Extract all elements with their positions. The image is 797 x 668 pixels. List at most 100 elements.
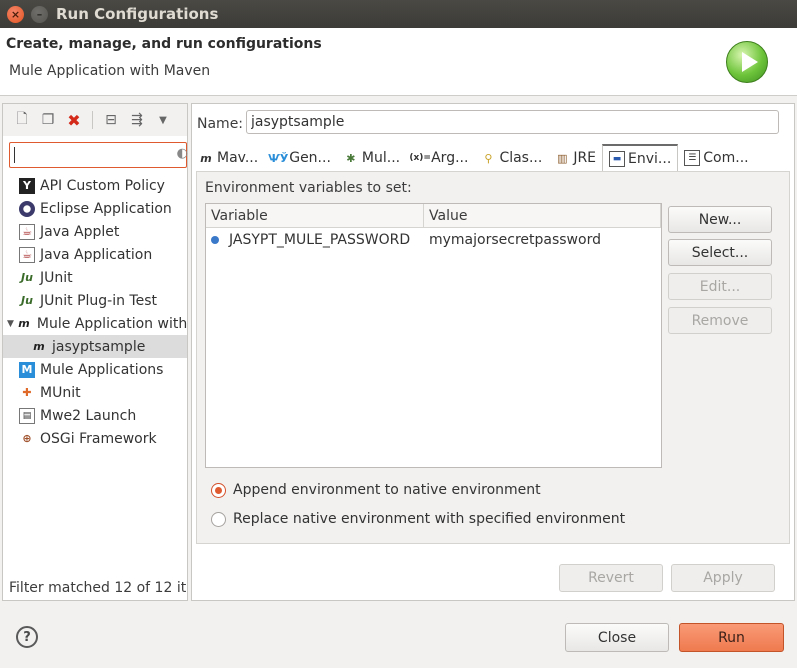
tab-jre[interactable]: ▥ JRE — [548, 144, 602, 172]
tree-item-java-application[interactable]: ☕ Java Application — [3, 243, 187, 266]
window-minimize-button[interactable]: – — [31, 5, 48, 23]
table-header: Variable Value — [206, 204, 661, 228]
junit-icon: Ju — [21, 271, 33, 284]
tree-item-junit-plugin-test[interactable]: Ju JUnit Plug-in Test — [3, 289, 187, 312]
env-variable-name: JASYPT_MULE_PASSWORD — [229, 232, 411, 248]
view-menu-icon[interactable]: ▼ — [152, 109, 174, 131]
append-label: Append environment to native environment — [233, 482, 541, 498]
tree-item-munit[interactable]: ✚ MUnit — [3, 381, 187, 404]
tab-label: JRE — [573, 150, 597, 166]
delete-config-icon[interactable]: ✖ — [63, 109, 85, 131]
tree-item-eclipse-application[interactable]: Eclipse Application — [3, 197, 187, 220]
tree-item-java-applet[interactable]: ☕ Java Applet — [3, 220, 187, 243]
new-config-icon[interactable]: 🗋 — [11, 109, 33, 131]
jre-icon: ▥ — [557, 151, 568, 165]
duplicate-config-icon[interactable]: ❐ — [37, 109, 59, 131]
tab-label: Clas... — [499, 150, 543, 166]
mule-icon: ѰЎ — [268, 151, 289, 165]
close-button[interactable]: Close — [565, 623, 669, 652]
tree-item-label: JUnit — [40, 269, 73, 286]
tab-label: Arg... — [431, 150, 469, 166]
tab-classpath[interactable]: ⚲ Clas... — [474, 144, 548, 172]
maven-icon: m — [200, 151, 212, 165]
tree-item-jasyptsample[interactable]: m jasyptsample — [3, 335, 187, 358]
filter-input[interactable]: ◐ — [9, 142, 188, 168]
tree-item-mwe2-launch[interactable]: ▤ Mwe2 Launch — [3, 404, 187, 427]
append-environment-option[interactable]: Append environment to native environment — [211, 482, 541, 498]
tab-label: Mav... — [217, 150, 259, 166]
tree-item-label: Mule Applications — [40, 361, 164, 378]
tab-label: Com... — [703, 150, 749, 166]
env-value-cell: mymajorsecretpassword — [429, 232, 601, 248]
tab-environment[interactable]: ▬ Envi... — [602, 144, 679, 172]
column-header-variable[interactable]: Variable — [206, 204, 424, 227]
maven-icon: m — [18, 317, 30, 330]
replace-radio[interactable] — [211, 511, 226, 527]
table-row[interactable]: JASYPT_MULE_PASSWORD mymajorsecretpasswo… — [206, 228, 661, 252]
tab-label: Gen... — [289, 150, 331, 166]
gear-icon: ✱ — [346, 151, 356, 165]
text-caret — [14, 147, 15, 163]
toolbar-divider — [92, 111, 93, 129]
expand-arrow-icon[interactable]: ▼ — [7, 319, 14, 329]
append-radio[interactable] — [211, 482, 226, 498]
window-title: Run Configurations — [56, 5, 219, 23]
tree-item-junit[interactable]: Ju JUnit — [3, 266, 187, 289]
arguments-icon: (x)= — [409, 153, 431, 163]
tab-general[interactable]: ѰЎ Gen... — [264, 144, 337, 172]
replace-environment-option[interactable]: Replace native environment with specifie… — [211, 511, 625, 527]
title-bar: × – Run Configurations — [0, 0, 797, 28]
clear-filter-icon[interactable]: ◐ — [177, 146, 188, 161]
config-tabs: m Mav... ѰЎ Gen... ✱ Mul... (x)= Arg... … — [192, 144, 794, 172]
tree-item-mule-application-with-maven[interactable]: ▼ m Mule Application with Maven — [3, 312, 187, 335]
apply-button[interactable]: Apply — [671, 564, 775, 592]
tree-item-label: Java Applet — [40, 223, 120, 240]
tree-item-api-custom-policy[interactable]: Y API Custom Policy — [3, 174, 187, 197]
junit-plugin-icon: Ju — [21, 294, 33, 307]
configuration-editor-panel: Name: m Mav... ѰЎ Gen... ✱ Mul... (x)= A… — [191, 103, 795, 601]
tab-arguments[interactable]: (x)= Arg... — [406, 144, 474, 172]
header-title: Create, manage, and run configurations — [6, 36, 322, 52]
help-icon[interactable]: ? — [16, 626, 38, 648]
env-variables-label: Environment variables to set: — [205, 180, 412, 196]
tab-common[interactable]: ☰ Com... — [678, 144, 754, 172]
tree-item-osgi-framework[interactable]: ⊕ OSGi Framework — [3, 427, 187, 450]
header-subtitle: Mule Application with Maven — [9, 63, 211, 79]
osgi-icon: ⊕ — [22, 432, 32, 445]
tab-label: Mul... — [361, 150, 401, 166]
tree-item-mule-applications[interactable]: M Mule Applications — [3, 358, 187, 381]
configuration-list-panel: 🗋 ❐ ✖ ⊟ ⇶ ▼ ◐ Y API Custom Policy Eclips… — [2, 103, 188, 601]
maven-icon: m — [33, 340, 45, 353]
classpath-icon: ⚲ — [484, 151, 493, 165]
run-button[interactable]: Run — [679, 623, 784, 652]
filter-config-icon[interactable]: ⇶ — [126, 109, 148, 131]
horizontal-scrollbar[interactable] — [3, 563, 187, 575]
column-header-value[interactable]: Value — [424, 204, 661, 227]
name-input[interactable] — [246, 110, 779, 134]
select-button[interactable]: Select... — [668, 239, 772, 266]
tree-item-label: MUnit — [40, 384, 81, 401]
window-close-button[interactable]: × — [7, 5, 24, 23]
common-icon: ☰ — [684, 150, 701, 166]
tab-maven[interactable]: m Mav... — [192, 144, 264, 172]
tab-mule[interactable]: ✱ Mul... — [337, 144, 406, 172]
env-variables-table: Variable Value JASYPT_MULE_PASSWORD myma… — [205, 203, 662, 468]
edit-button[interactable]: Edit... — [668, 273, 772, 300]
filter-status-text: Filter matched 12 of 12 items — [9, 580, 187, 596]
env-variable-cell: JASYPT_MULE_PASSWORD — [206, 228, 424, 252]
environment-tab-body: Environment variables to set: Variable V… — [196, 171, 790, 544]
remove-button[interactable]: Remove — [668, 307, 772, 334]
eclipse-icon — [19, 200, 35, 217]
dialog-header: Create, manage, and run configurations M… — [0, 28, 797, 96]
tree-item-label: OSGi Framework — [40, 430, 157, 447]
collapse-all-icon[interactable]: ⊟ — [100, 109, 122, 131]
munit-icon: ✚ — [22, 386, 32, 399]
new-button[interactable]: New... — [668, 206, 772, 233]
revert-button[interactable]: Revert — [559, 564, 663, 592]
variable-bullet-icon — [211, 236, 219, 244]
replace-label: Replace native environment with specifie… — [233, 511, 626, 527]
mwe2-icon: ▤ — [19, 407, 35, 424]
tree-item-label: Mwe2 Launch — [40, 407, 137, 424]
run-banner-icon — [726, 41, 768, 83]
tree-item-label: Eclipse Application — [40, 200, 172, 217]
